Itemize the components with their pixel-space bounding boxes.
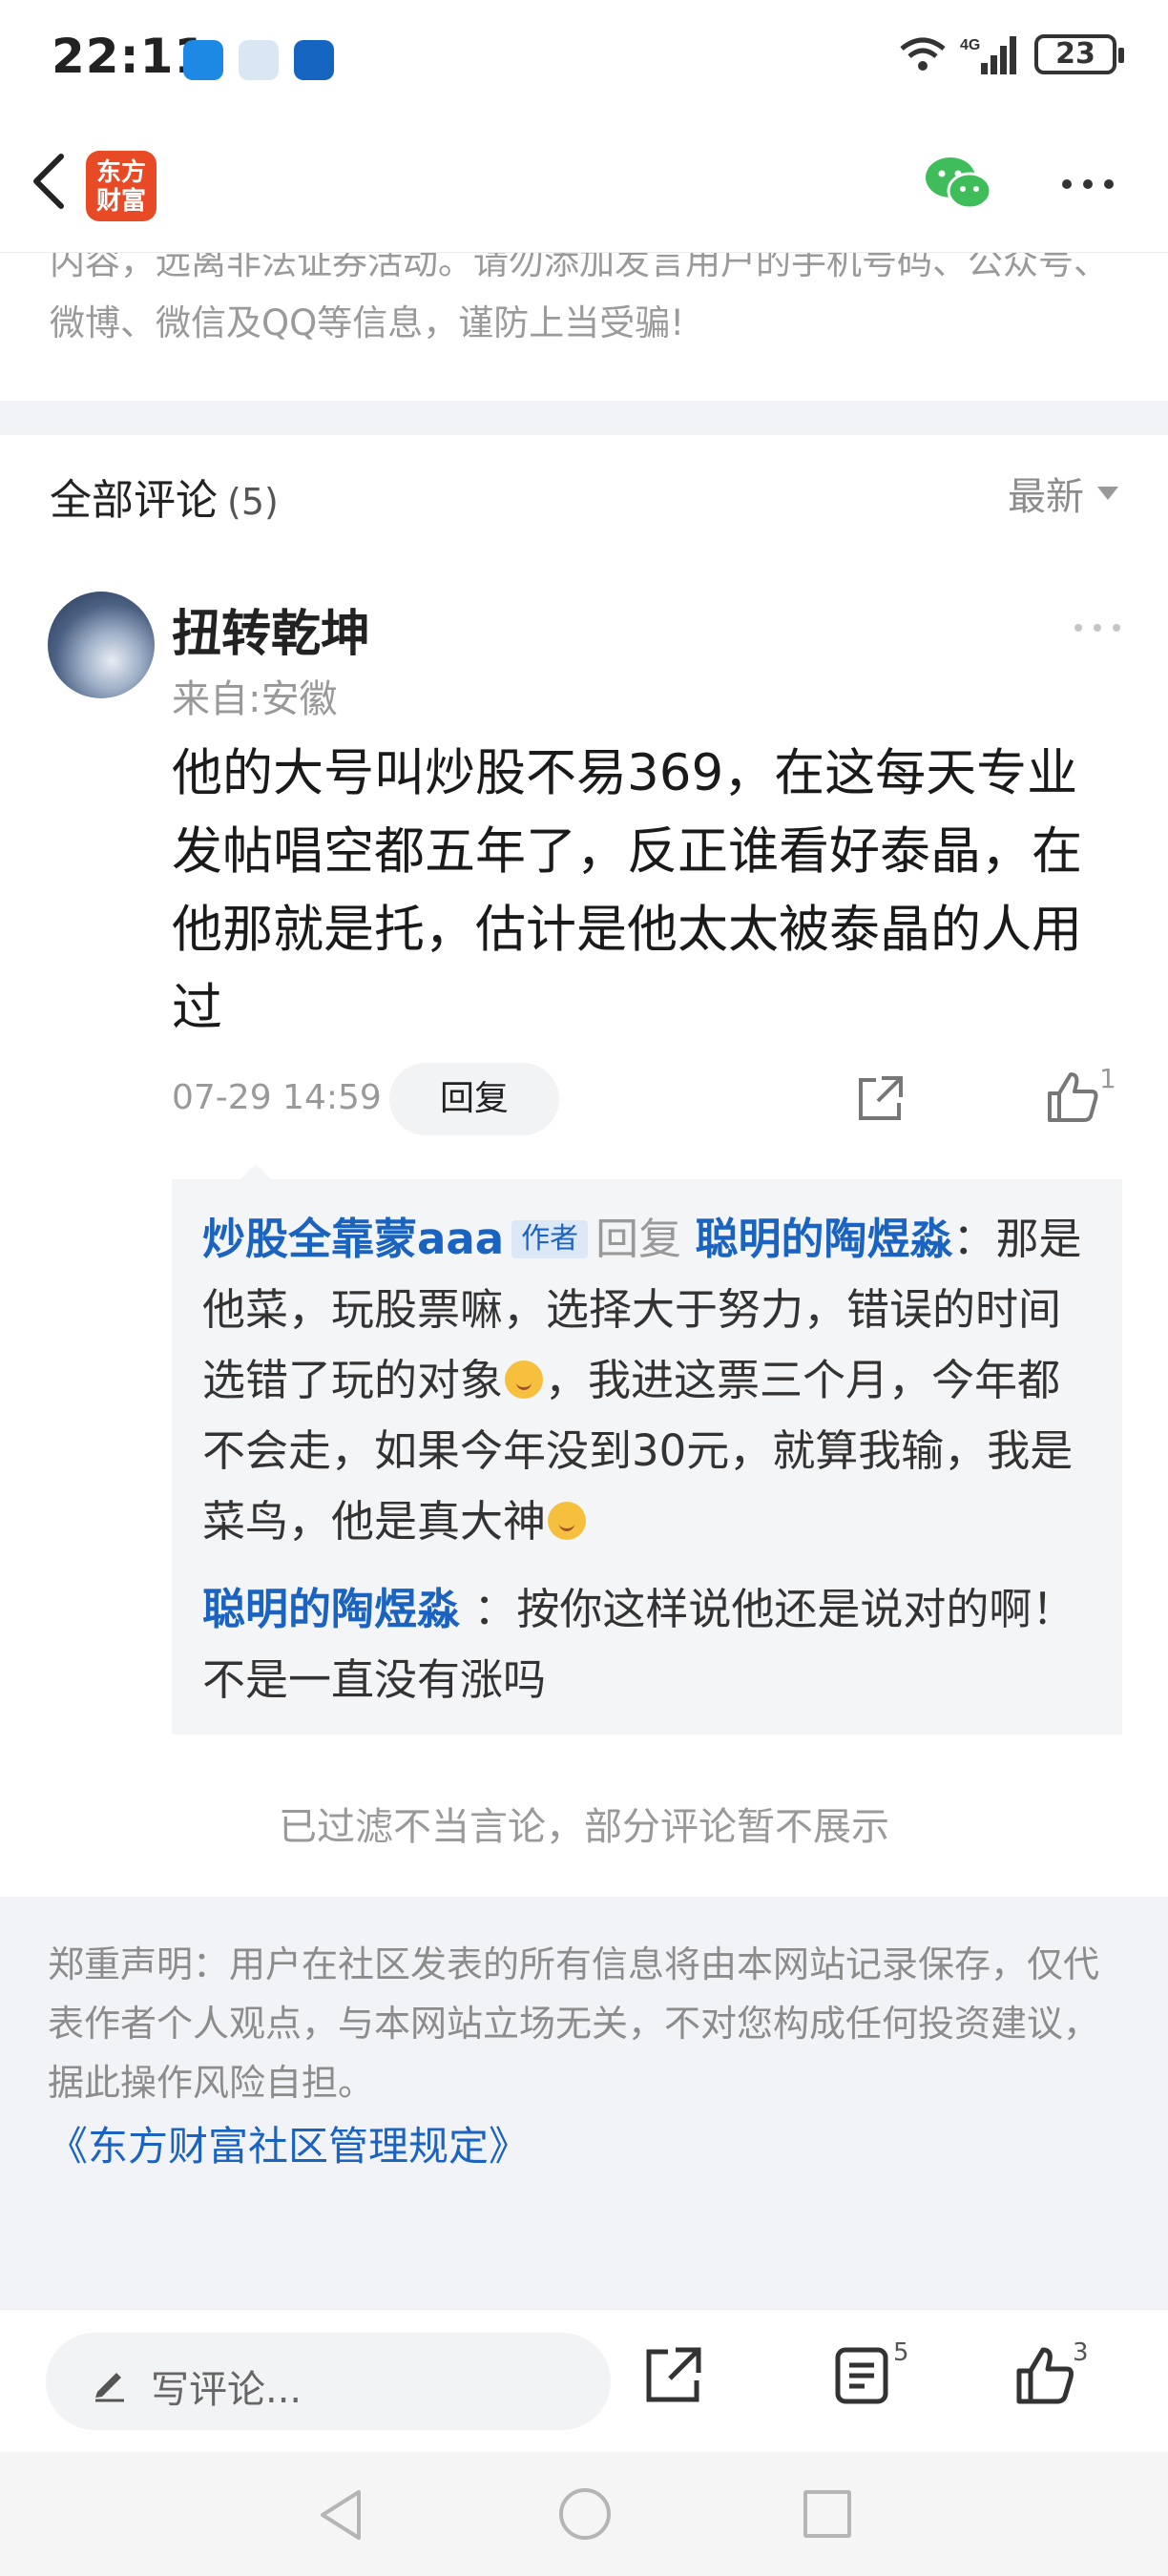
risk-notice: 内容，远离非法证券活动。请勿添加发言用户的手机号码、公众号、微博、微信及QQ等信… xyxy=(0,253,1168,401)
reply-button[interactable]: 回复 xyxy=(389,1063,559,1135)
likes-badge: 3 xyxy=(1073,2338,1089,2367)
signal-icon: 4G xyxy=(960,36,1016,74)
hand-over-mouth-emoji-icon xyxy=(505,1361,544,1399)
thumbs-up-icon[interactable] xyxy=(1044,1069,1101,1126)
nav-back-icon[interactable] xyxy=(315,2486,368,2544)
comment-input-placeholder: 写评论... xyxy=(151,2368,302,2412)
pen-icon xyxy=(95,2373,124,2402)
avatar[interactable] xyxy=(48,592,155,698)
comment-list-icon[interactable] xyxy=(830,2344,893,2407)
flushed-emoji-icon xyxy=(548,1502,587,1540)
notice-text: 内容，远离非法证券活动。请勿添加发言用户的手机号码、公众号、微博、微信及QQ等信… xyxy=(50,253,1109,343)
page: 22:11 4G 23 东方 财富 内容，远离非法证券活动。请勿添加发言用户的手… xyxy=(0,0,1168,2576)
system-nav-bar xyxy=(0,2452,1168,2576)
reply-separator: ： xyxy=(473,1584,517,1634)
status-indicators: 4G 23 xyxy=(899,34,1124,74)
weather-icon xyxy=(183,40,223,80)
battery-indicator: 23 xyxy=(1034,34,1124,74)
reply-separator: ： xyxy=(952,1214,996,1264)
status-bar: 22:11 4G 23 xyxy=(0,0,1168,124)
reply-box-pointer xyxy=(240,1164,271,1179)
filtered-note: 已过滤不当言论，部分评论暂不展示 xyxy=(279,1805,889,1849)
caret-down-icon xyxy=(1097,487,1118,500)
comment-body: 他的大号叫炒股不易369，在这每天专业发帖唱空都五年了，反正谁看好泰晶，在他那就… xyxy=(172,744,1082,1037)
share-icon[interactable] xyxy=(641,2344,704,2407)
section-divider xyxy=(0,401,1168,435)
comments-header: 全部评论 (5) 最新 xyxy=(0,435,1168,550)
app-logo[interactable]: 东方 财富 xyxy=(86,151,156,221)
bottom-action-bar: 写评论... 5 3 xyxy=(0,2309,1168,2452)
reply-author[interactable]: 聪明的陶煜淼 xyxy=(202,1584,460,1634)
comment-time: 07-29 14:59 xyxy=(172,1078,382,1117)
author-badge: 作者 xyxy=(511,1220,589,1258)
nav-home-icon[interactable] xyxy=(559,2488,611,2540)
comment-location: 来自:安徽 xyxy=(172,677,338,721)
disclaimer-text: 郑重声明：用户在社区发表的所有信息将由本网站记录保存，仅代表作者个人观点，与本网… xyxy=(48,1943,1100,2104)
like-count: 1 xyxy=(1099,1063,1116,1094)
comments-count: (5) xyxy=(227,481,279,523)
community-rules-link[interactable]: 《东方财富社区管理规定》 xyxy=(48,2114,529,2172)
back-icon[interactable] xyxy=(21,143,78,219)
comments-title-label: 全部评论 xyxy=(50,476,218,525)
sort-label: 最新 xyxy=(1008,475,1084,519)
reply-author[interactable]: 炒股全靠蒙aaa xyxy=(202,1214,504,1264)
wechat-icon[interactable] xyxy=(924,155,992,214)
comment-input[interactable]: 写评论... xyxy=(46,2333,611,2430)
thumbs-up-icon[interactable] xyxy=(1013,2344,1076,2407)
nav-bar: 东方 财富 xyxy=(0,124,1168,253)
reply-item[interactable]: 炒股全靠蒙aaa 作者 回复 聪明的陶煜淼：那是他菜，玩股票嘛，选择大于努力，错误的… xyxy=(202,1204,1099,1557)
reply-word: 回复 xyxy=(595,1214,682,1264)
comment-meta: 07-29 14:59 回复 1 xyxy=(172,1063,1126,1139)
replies-box: 炒股全靠蒙aaa 作者 回复 聪明的陶煜淼：那是他菜，玩股票嘛，选择大于努力，错误的… xyxy=(172,1179,1122,1735)
reply-target[interactable]: 聪明的陶煜淼 xyxy=(695,1214,952,1264)
share-icon[interactable] xyxy=(853,1072,907,1126)
disclaimer-section: 郑重声明：用户在社区发表的所有信息将由本网站记录保存，仅代表作者个人观点，与本网… xyxy=(0,1897,1168,2309)
lightbulb-icon xyxy=(294,40,334,80)
comment-username[interactable]: 扭转乾坤 xyxy=(172,593,370,665)
nav-recent-apps-icon[interactable] xyxy=(803,2490,851,2538)
wifi-icon xyxy=(900,37,946,71)
more-options-icon[interactable] xyxy=(1073,620,1122,635)
more-icon[interactable] xyxy=(1059,170,1116,198)
comments-badge: 5 xyxy=(893,2338,909,2367)
reply-item[interactable]: 聪明的陶煜淼 ：按你这样说他还是说对的啊！不是一直没有涨吗 xyxy=(202,1574,1099,1715)
comments-title: 全部评论 (5) xyxy=(50,466,279,527)
network-type: 4G xyxy=(960,37,980,53)
sort-dropdown[interactable]: 最新 xyxy=(1008,466,1118,521)
browser-icon xyxy=(239,40,279,80)
